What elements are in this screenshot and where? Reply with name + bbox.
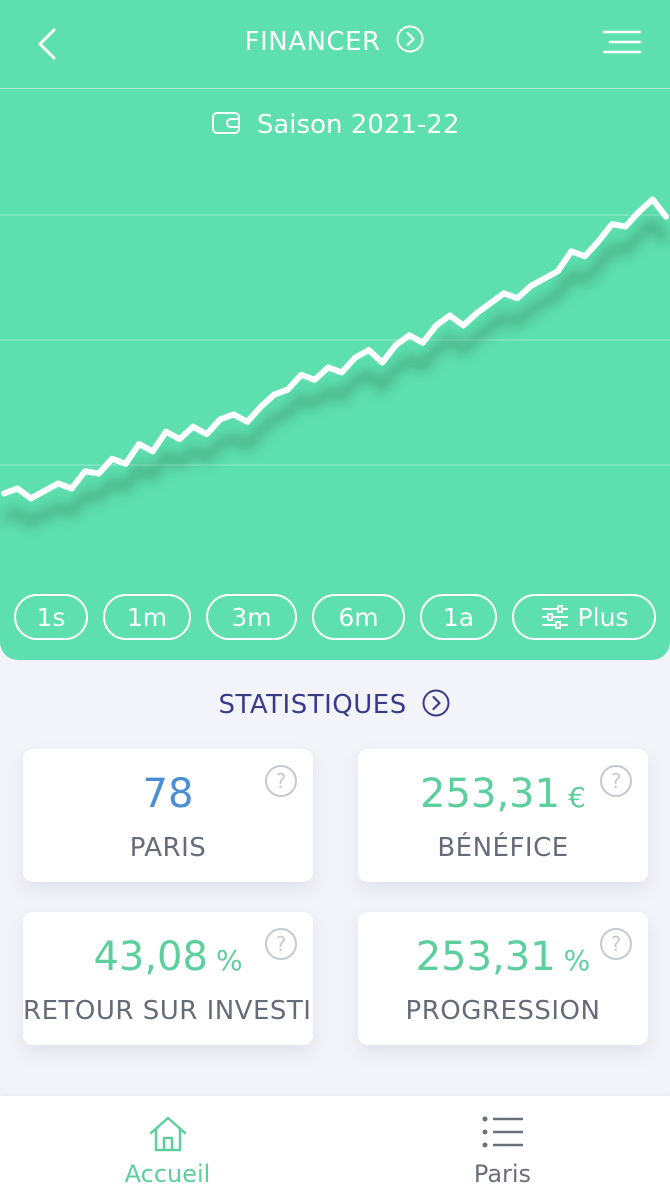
page-title: FINANCER	[244, 27, 381, 57]
nav-label: Paris	[473, 1160, 532, 1188]
statistics-link[interactable]: STATISTIQUES	[0, 688, 670, 720]
sliders-icon	[541, 605, 568, 629]
top-bar: FINANCER	[0, 0, 670, 88]
statistics-title: STATISTIQUES	[218, 690, 407, 720]
stat-card-roi: 43,08% RETOUR SUR INVESTISSEMENT ?	[23, 912, 313, 1045]
period-3m-button[interactable]: 3m	[206, 594, 297, 640]
stat-label: PARIS	[129, 833, 207, 863]
chevron-circle-right-icon	[422, 689, 450, 717]
help-icon[interactable]: ?	[265, 928, 297, 960]
header-divider	[0, 88, 670, 89]
stat-card-bets: 78 PARIS ?	[23, 749, 313, 882]
performance-chart	[0, 196, 670, 529]
period-1s-button[interactable]: 1s	[14, 594, 88, 640]
stat-card-profit: 253,31 € BÉNÉFICE ?	[358, 749, 648, 882]
bottom-navigation: Accueil Paris	[0, 1096, 670, 1200]
list-icon	[482, 1116, 523, 1148]
help-icon[interactable]: ?	[600, 928, 632, 960]
menu-button[interactable]	[602, 28, 642, 58]
stat-label: RETOUR SUR INVESTISSEMENT	[23, 996, 313, 1026]
period-1m-button[interactable]: 1m	[103, 594, 191, 640]
stat-label: BÉNÉFICE	[437, 833, 569, 863]
hero-panel: FINANCER Saison 2021-22 1s 1m 3m 6m 1a P…	[0, 0, 670, 660]
nav-label: Accueil	[124, 1160, 211, 1188]
stat-card-progression: 253,31% PROGRESSION ?	[358, 912, 648, 1045]
wallet-icon	[211, 112, 240, 134]
chart-series-line	[1, 196, 669, 502]
season-selector[interactable]: Saison 2021-22	[0, 110, 670, 140]
period-selector: 1s 1m 3m 6m 1a Plus	[14, 594, 656, 642]
stat-label: PROGRESSION	[405, 996, 601, 1026]
help-icon[interactable]: ?	[265, 765, 297, 797]
period-1a-button[interactable]: 1a	[420, 594, 497, 640]
chevron-circle-right-icon	[396, 25, 424, 53]
nav-item-bets[interactable]: Paris	[335, 1096, 670, 1200]
season-label: Saison 2021-22	[256, 110, 460, 140]
home-icon	[149, 1116, 186, 1152]
menu-icon	[602, 30, 642, 54]
more-filters-button[interactable]: Plus	[512, 594, 656, 640]
nav-item-home[interactable]: Accueil	[0, 1096, 335, 1200]
period-6m-button[interactable]: 6m	[312, 594, 405, 640]
help-icon[interactable]: ?	[600, 765, 632, 797]
header-title-link[interactable]: FINANCER	[0, 24, 670, 57]
